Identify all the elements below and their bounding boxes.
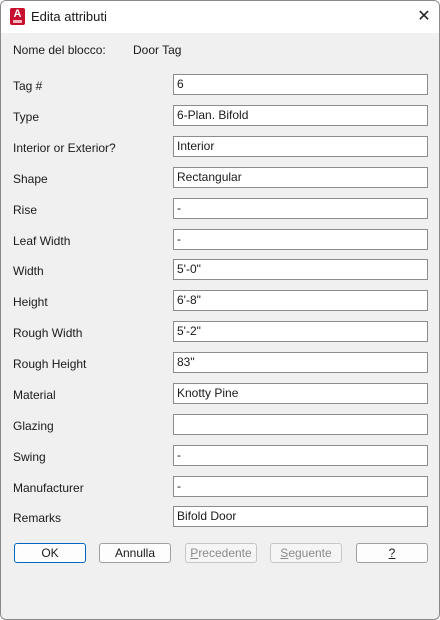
- attr-input-swing[interactable]: -: [173, 445, 428, 466]
- previous-label-rest: recedente: [198, 546, 252, 560]
- attr-label-glazing: Glazing: [13, 419, 54, 433]
- block-name-label: Nome del blocco:: [13, 43, 106, 57]
- attr-label-rise: Rise: [13, 203, 38, 217]
- edit-attributes-dialog: A Edita attributi ✕ Nome del blocco: Doo…: [0, 0, 440, 620]
- autocad-app-icon: A: [10, 8, 25, 25]
- attr-label-leaf-width: Leaf Width: [13, 234, 71, 248]
- attr-label-manufacturer: Manufacturer: [13, 481, 84, 495]
- attr-input-material[interactable]: Knotty Pine: [173, 383, 428, 404]
- attr-label-width: Width: [13, 264, 44, 278]
- attr-input-interior[interactable]: Interior: [173, 136, 428, 157]
- attr-label-tag: Tag #: [13, 79, 43, 93]
- window-title: Edita attributi: [31, 9, 107, 24]
- attr-input-shape[interactable]: Rectangular: [173, 167, 428, 188]
- attr-label-shape: Shape: [13, 172, 48, 186]
- attr-input-leaf-width[interactable]: -: [173, 229, 428, 250]
- attr-input-glazing[interactable]: [173, 414, 428, 435]
- title-bar: A Edita attributi ✕: [1, 1, 439, 33]
- attr-input-tag[interactable]: 6: [173, 74, 428, 95]
- previous-button[interactable]: Precedente: [185, 543, 257, 563]
- attr-input-rise[interactable]: -: [173, 198, 428, 219]
- close-icon[interactable]: ✕: [410, 5, 438, 29]
- attr-label-material: Material: [13, 388, 56, 402]
- attr-input-remarks[interactable]: Bifold Door: [173, 506, 428, 527]
- attr-input-type[interactable]: 6-Plan. Bifold: [173, 105, 428, 126]
- app-icon-strip: [13, 20, 22, 23]
- attr-label-interior: Interior or Exterior?: [13, 141, 116, 155]
- next-button[interactable]: Seguente: [270, 543, 342, 563]
- attr-input-rough-width[interactable]: 5'-2": [173, 321, 428, 342]
- next-label-rest: eguente: [288, 546, 332, 560]
- attr-label-type: Type: [13, 110, 40, 124]
- attr-input-height[interactable]: 6'-8": [173, 290, 428, 311]
- help-button[interactable]: ?: [356, 543, 428, 563]
- app-icon-letter: A: [13, 8, 22, 20]
- attr-label-swing: Swing: [13, 450, 46, 464]
- attr-label-rough-width: Rough Width: [13, 326, 83, 340]
- attr-input-manufacturer[interactable]: -: [173, 476, 428, 497]
- attr-input-width[interactable]: 5'-0": [173, 259, 428, 280]
- cancel-button[interactable]: Annulla: [99, 543, 171, 563]
- ok-button[interactable]: OK: [14, 543, 86, 563]
- attr-label-height: Height: [13, 295, 48, 309]
- block-name-value: Door Tag: [133, 43, 182, 57]
- attr-input-rough-height[interactable]: 83": [173, 352, 428, 373]
- attr-label-rough-height: Rough Height: [13, 357, 87, 371]
- help-label: ?: [388, 546, 396, 560]
- attr-label-remarks: Remarks: [13, 511, 62, 525]
